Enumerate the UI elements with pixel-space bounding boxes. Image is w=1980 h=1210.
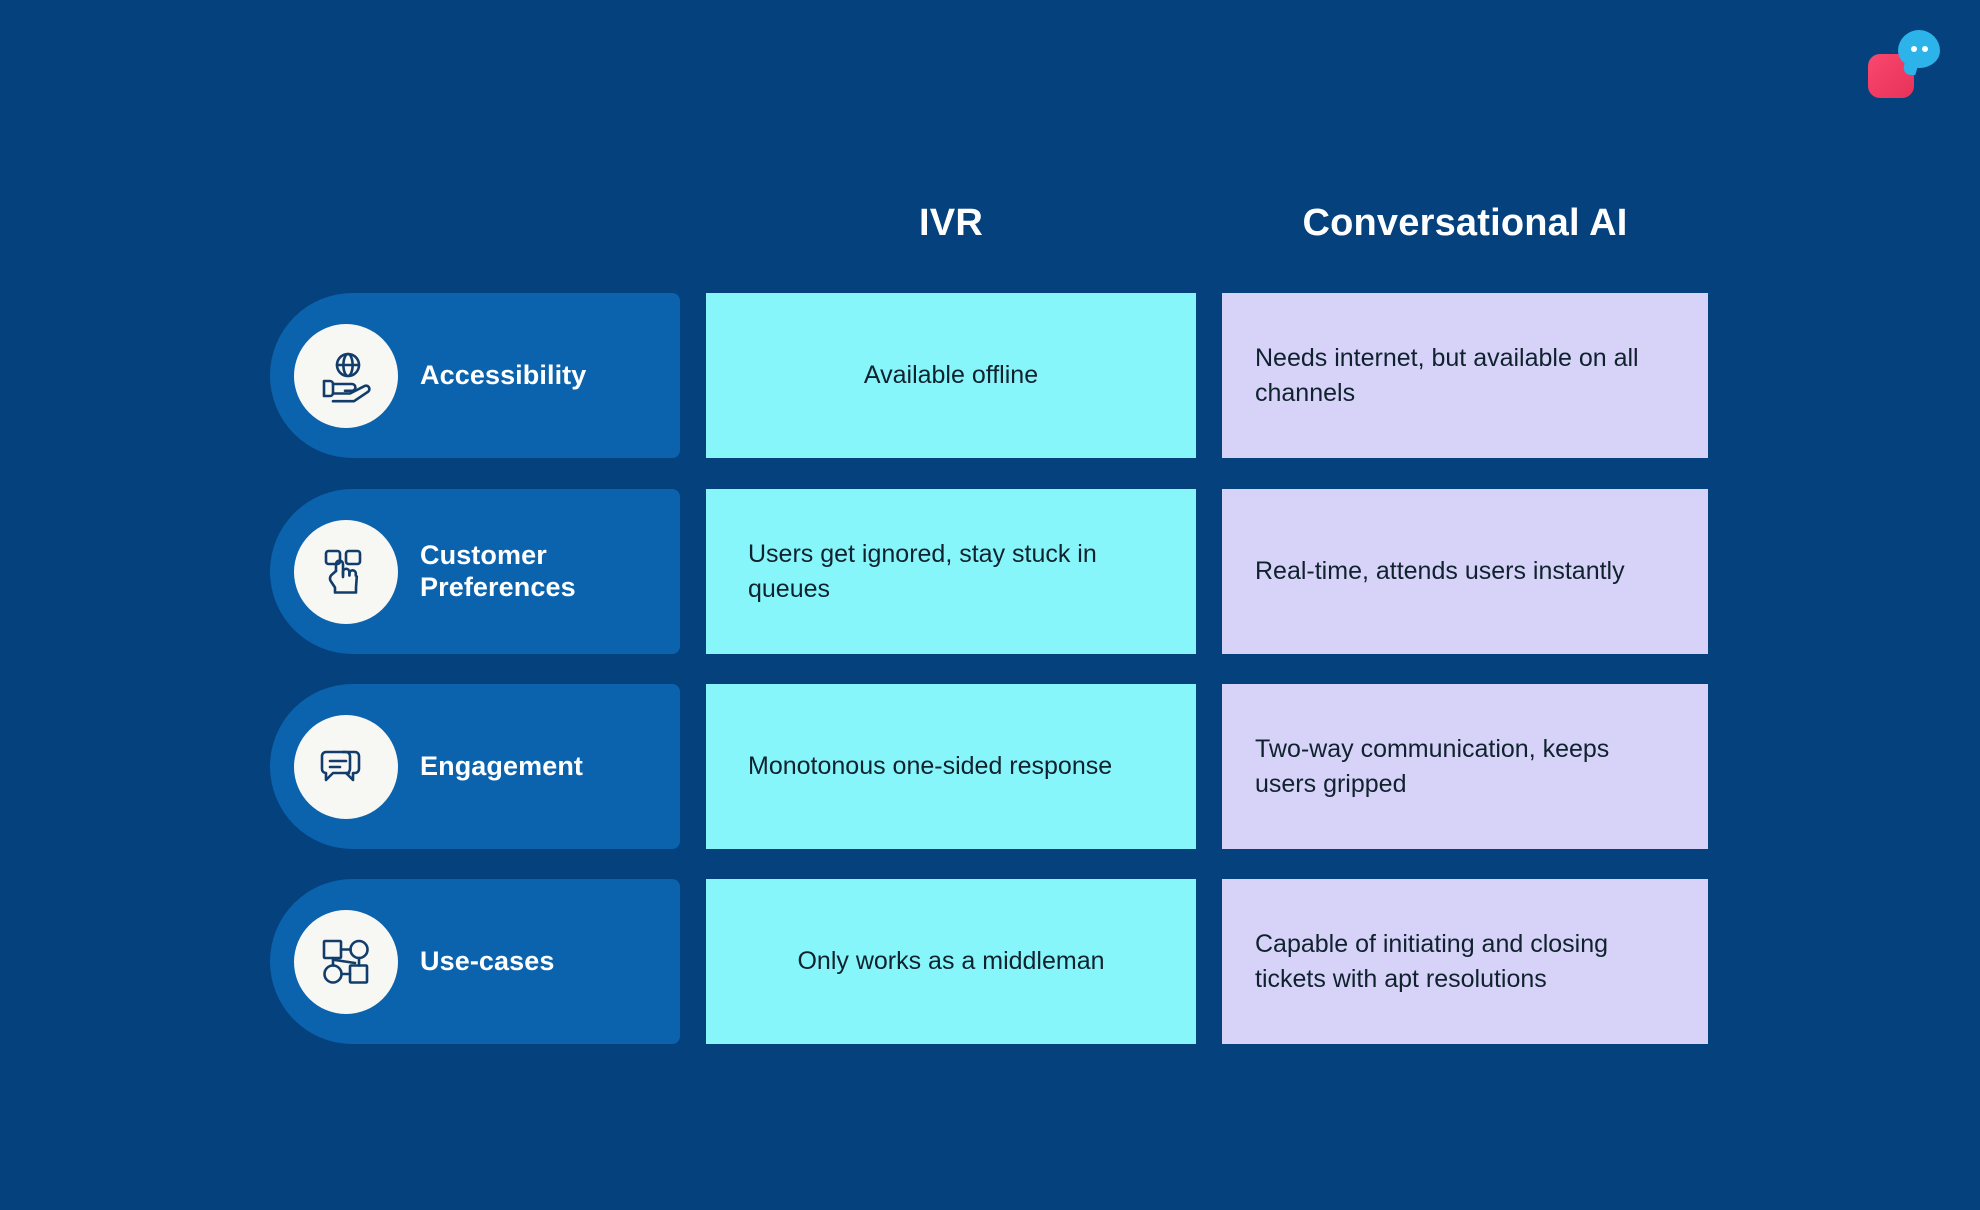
cell-ivr-use-cases: Only works as a middleman bbox=[706, 879, 1196, 1044]
table-row: Accessibility Available offline Needs in… bbox=[0, 293, 1980, 458]
row-label-accessibility[interactable]: Accessibility bbox=[270, 293, 680, 458]
comparison-infographic: IVR Conversational AI Accessibility Avai… bbox=[0, 0, 1980, 1210]
cell-ai-engagement: Two-way communication, keeps users gripp… bbox=[1222, 684, 1708, 849]
row-label-engagement[interactable]: Engagement bbox=[270, 684, 680, 849]
column-header-ivr: IVR bbox=[919, 202, 983, 244]
logo-speech-bubble-icon bbox=[1898, 30, 1940, 68]
cell-ivr-engagement: Monotonous one-sided response bbox=[706, 684, 1196, 849]
brand-logo bbox=[1868, 30, 1940, 98]
logo-bubble-dot bbox=[1922, 46, 1928, 52]
table-row: Customer Preferences Users get ignored, … bbox=[0, 489, 1980, 654]
cell-ivr-customer-preferences: Users get ignored, stay stuck in queues bbox=[706, 489, 1196, 654]
globe-in-hand-icon bbox=[294, 323, 398, 428]
row-label-use-cases[interactable]: Use-cases bbox=[270, 879, 680, 1044]
row-label-text: Use-cases bbox=[420, 945, 555, 976]
table-row: Use-cases Only works as a middleman Capa… bbox=[0, 879, 1980, 1044]
network-nodes-icon bbox=[294, 909, 398, 1014]
column-header-conversational-ai: Conversational AI bbox=[1302, 202, 1628, 244]
row-label-text: Customer Preferences bbox=[420, 539, 576, 602]
row-label-text: Engagement bbox=[420, 750, 584, 781]
row-label-text: Accessibility bbox=[420, 359, 587, 390]
chat-bubbles-icon bbox=[294, 714, 398, 819]
logo-bubble-dot bbox=[1911, 46, 1917, 52]
cell-ai-customer-preferences: Real-time, attends users instantly bbox=[1222, 489, 1708, 654]
row-label-customer-preferences[interactable]: Customer Preferences bbox=[270, 489, 680, 654]
cell-ai-accessibility: Needs internet, but available on all cha… bbox=[1222, 293, 1708, 458]
table-row: Engagement Monotonous one-sided response… bbox=[0, 684, 1980, 849]
cell-ivr-accessibility: Available offline bbox=[706, 293, 1196, 458]
cell-ai-use-cases: Capable of initiating and closing ticket… bbox=[1222, 879, 1708, 1044]
click-hand-icon bbox=[294, 519, 398, 624]
